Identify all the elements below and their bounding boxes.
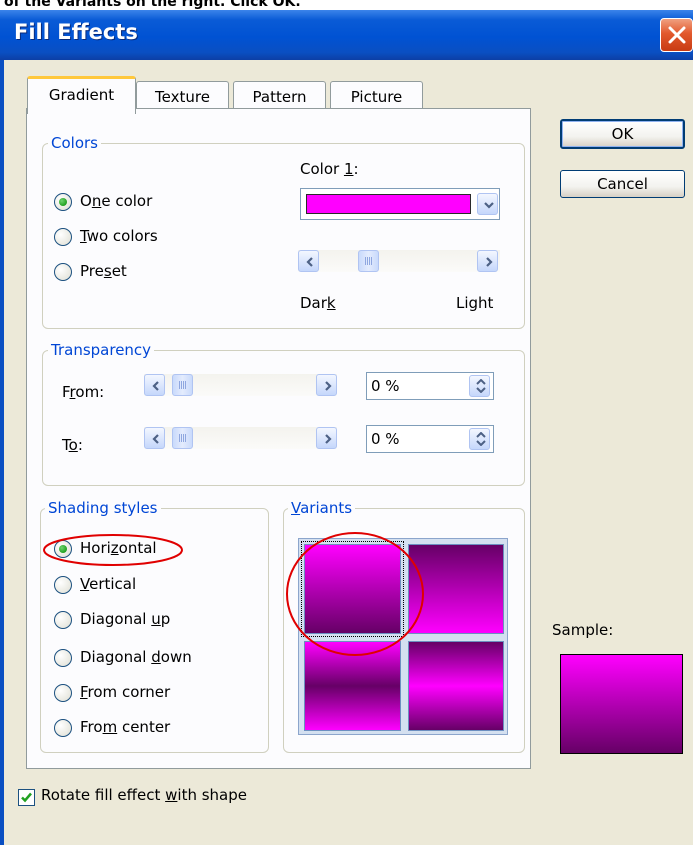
from-left-button[interactable] (144, 374, 165, 396)
diagonal-down-radio[interactable] (54, 649, 72, 667)
light-label: Light (456, 294, 494, 312)
from-corner-label[interactable]: From corner (80, 683, 170, 701)
from-center-radio[interactable] (54, 719, 72, 737)
preset-label[interactable]: Preset (80, 262, 127, 280)
annotation-circle-variant (286, 532, 424, 656)
chevron-right-icon (325, 434, 332, 444)
chevron-left-icon (306, 257, 313, 267)
shading-styles-legend: Shading styles (45, 499, 161, 517)
dark-light-thumb[interactable] (358, 250, 379, 272)
sample-label: Sample: (552, 621, 614, 639)
vertical-radio[interactable] (54, 576, 72, 594)
chevron-right-icon (325, 381, 332, 391)
to-spin-button[interactable] (469, 428, 490, 450)
chevron-right-icon (486, 257, 493, 267)
tab-picture-label: Picture (350, 88, 403, 106)
from-corner-radio[interactable] (54, 684, 72, 702)
chevron-left-icon (152, 434, 159, 444)
diagonal-up-radio[interactable] (54, 611, 72, 629)
color-1-dropdown[interactable] (300, 188, 500, 220)
cancel-button[interactable]: Cancel (560, 170, 685, 198)
instruction-caption: of the Variants on the right. Click OK. (0, 0, 693, 10)
vertical-label[interactable]: Vertical (80, 575, 136, 593)
to-spinbox[interactable]: 0 % (366, 425, 494, 453)
annotation-circle-horizontal (43, 534, 183, 566)
transparency-legend: Transparency (48, 341, 155, 359)
dark-light-left-button[interactable] (298, 250, 319, 272)
ok-button[interactable]: OK (560, 119, 685, 149)
ok-label: OK (611, 125, 634, 143)
to-value: 0 % (371, 430, 400, 448)
diagonal-down-label[interactable]: Diagonal down (80, 648, 192, 666)
diagonal-up-label[interactable]: Diagonal up (80, 610, 170, 628)
window-title: Fill Effects (14, 20, 138, 44)
checkmark-icon (21, 792, 32, 803)
two-colors-label[interactable]: Two colors (80, 227, 158, 245)
to-left-button[interactable] (144, 427, 165, 449)
tab-pattern-label: Pattern (252, 88, 307, 106)
two-colors-radio[interactable] (54, 228, 72, 246)
color-1-swatch (306, 194, 471, 214)
dark-light-right-button[interactable] (477, 250, 498, 272)
tab-gradient-label: Gradient (48, 86, 115, 104)
spin-up-down-icon (476, 432, 486, 446)
preset-radio[interactable] (54, 263, 72, 281)
color-1-label: Color 1: (300, 160, 359, 178)
from-spinbox[interactable]: 0 % (366, 372, 494, 400)
spin-up-down-icon (476, 379, 486, 393)
one-color-radio[interactable] (54, 193, 72, 211)
to-right-button[interactable] (316, 427, 337, 449)
chevron-down-icon (484, 202, 494, 209)
window-frame-left (0, 60, 4, 845)
rotate-fill-checkbox[interactable] (18, 789, 35, 806)
dark-light-track[interactable] (298, 250, 500, 272)
colors-legend: Colors (48, 134, 101, 152)
tab-gradient[interactable]: Gradient (27, 76, 136, 114)
from-spin-button[interactable] (469, 375, 490, 397)
from-label: From: (62, 383, 105, 401)
tab-texture-label: Texture (155, 88, 210, 106)
close-icon (668, 26, 686, 44)
from-center-label[interactable]: From center (80, 718, 170, 736)
to-thumb[interactable] (172, 427, 193, 449)
variants-legend: Variants (288, 499, 356, 517)
dark-label: Dark (300, 294, 336, 312)
close-button[interactable] (660, 18, 693, 52)
sample-preview (560, 654, 683, 754)
from-value: 0 % (371, 377, 400, 395)
color-1-dropdown-button[interactable] (477, 193, 498, 215)
from-right-button[interactable] (316, 374, 337, 396)
chevron-left-icon (152, 381, 159, 391)
one-color-label[interactable]: One color (80, 192, 152, 210)
to-label: To: (62, 436, 83, 454)
cancel-label: Cancel (597, 175, 648, 193)
transparency-group (42, 350, 525, 486)
from-thumb[interactable] (172, 374, 193, 396)
rotate-fill-label[interactable]: Rotate fill effect with shape (41, 786, 247, 804)
